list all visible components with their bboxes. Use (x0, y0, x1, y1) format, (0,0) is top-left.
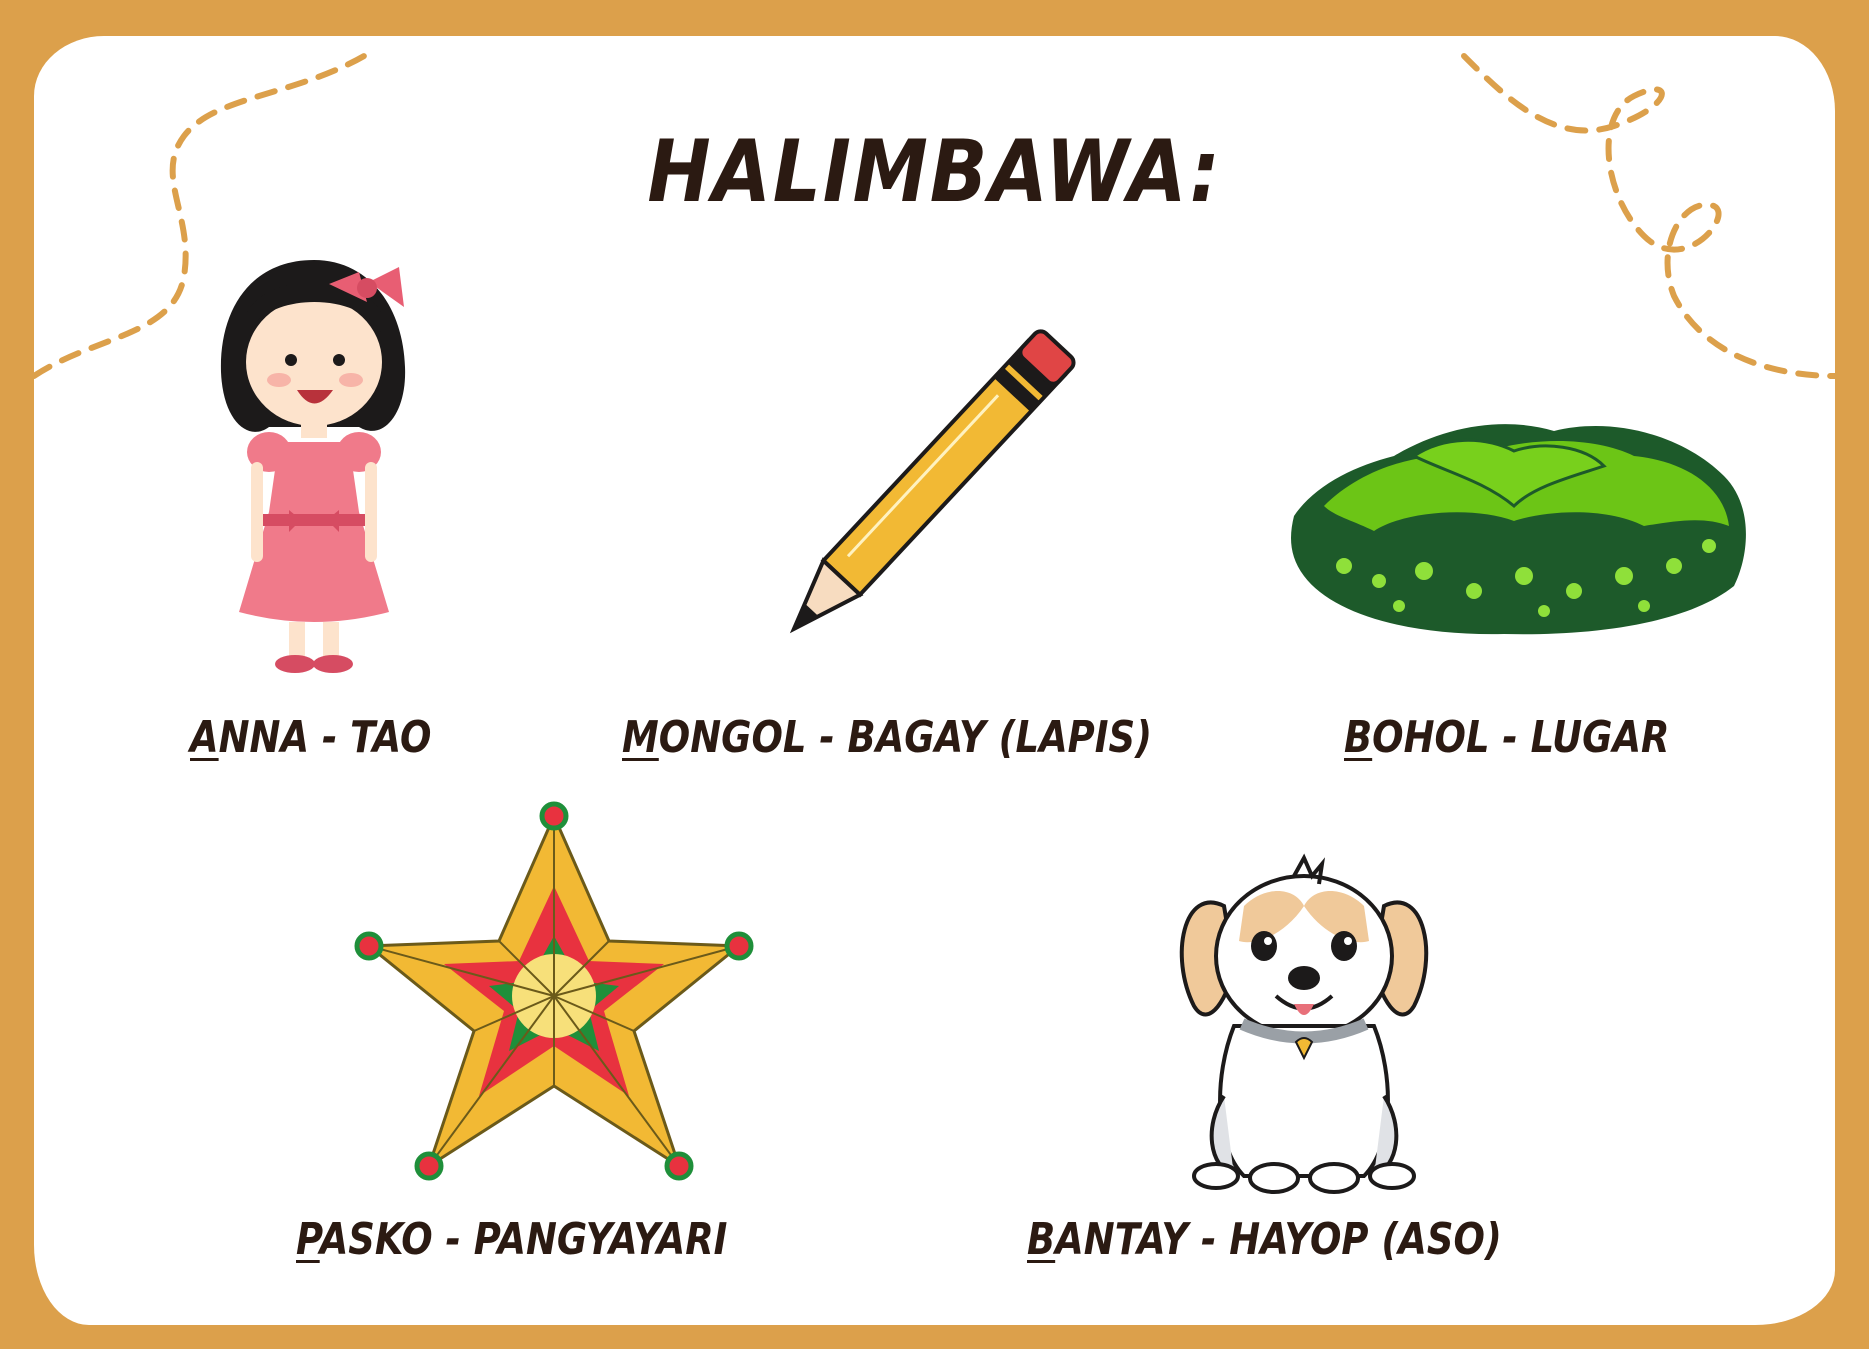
page-title: HALIMBAWA: (647, 122, 1222, 222)
label-rest: ASKO - PANGYAYARI (319, 1214, 728, 1265)
example-label-mongol: MONGOL - BAGAY (LAPIS) (622, 712, 1152, 763)
example-label-anna: ANNA - TAO (190, 712, 431, 763)
pencil-illustration (789, 329, 1076, 634)
label-rest: ONGOL - BAGAY (LAPIS) (658, 712, 1153, 763)
label-first-letter: A (190, 712, 219, 763)
card-frame: HALIMBAWA: ANNA - TAO MONGOL - BAGAY (LA… (34, 36, 1835, 1325)
label-first-letter: B (1344, 712, 1373, 763)
label-first-letter: M (622, 712, 659, 763)
label-rest: OHOL - LUGAR (1372, 712, 1670, 763)
parol-star-illustration (354, 801, 754, 1181)
puppy-illustration (1179, 853, 1429, 1194)
girl-illustration (220, 260, 406, 673)
chocolate-hills-illustration (1291, 424, 1746, 635)
example-label-bohol: BOHOL - LUGAR (1344, 712, 1670, 763)
example-label-pasko: PASKO - PANGYAYARI (296, 1214, 727, 1265)
label-first-letter: B (1027, 1214, 1056, 1265)
label-rest: NNA - TAO (218, 712, 432, 763)
example-label-bantay: BANTAY - HAYOP (ASO) (1027, 1214, 1502, 1265)
label-first-letter: P (296, 1214, 320, 1265)
label-rest: ANTAY - HAYOP (ASO) (1055, 1214, 1502, 1265)
